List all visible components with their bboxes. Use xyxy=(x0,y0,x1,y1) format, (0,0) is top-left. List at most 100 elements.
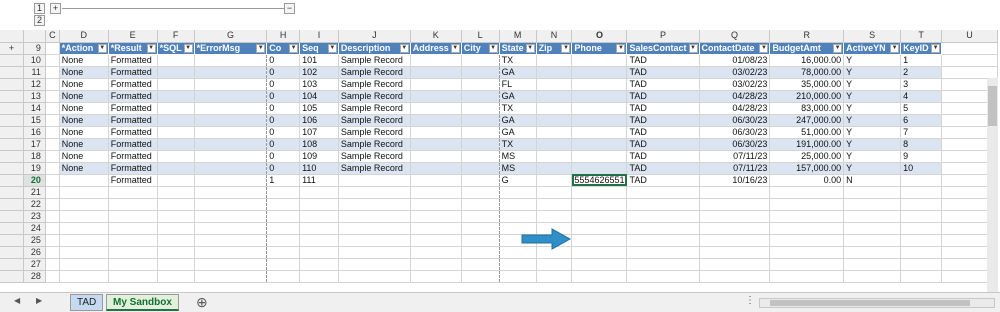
cell[interactable] xyxy=(157,54,195,67)
cell[interactable] xyxy=(499,270,537,283)
cell[interactable] xyxy=(843,210,902,223)
row-number[interactable]: 9 xyxy=(23,42,46,55)
cell[interactable] xyxy=(266,198,301,211)
row-number[interactable]: 21 xyxy=(23,186,46,199)
column-header[interactable]: P xyxy=(626,30,700,43)
cell[interactable] xyxy=(843,234,902,247)
worksheet[interactable]: C D E F G H I J K L M N O P Q R S T U +9 *Action ▼ *Result ▼ *SQ… xyxy=(0,30,998,292)
cell[interactable]: GA xyxy=(499,90,537,103)
cell[interactable] xyxy=(59,234,109,247)
cell[interactable]: Sample Record xyxy=(338,150,411,163)
add-sheet-icon[interactable]: ⊕ xyxy=(196,294,208,311)
cell[interactable]: Formatted xyxy=(108,102,158,115)
cell[interactable] xyxy=(499,210,537,223)
cell[interactable] xyxy=(59,258,109,271)
cell[interactable] xyxy=(536,78,573,91)
table-column-header[interactable]: Description ▼ xyxy=(338,42,411,55)
cell[interactable] xyxy=(45,78,60,91)
cell[interactable]: 4 xyxy=(900,90,943,103)
column-header[interactable]: M xyxy=(499,30,537,43)
cell[interactable] xyxy=(194,186,268,199)
cell[interactable] xyxy=(157,150,195,163)
cell[interactable]: GA xyxy=(499,126,537,139)
cell[interactable] xyxy=(157,270,195,283)
cell[interactable]: 35,000.00 xyxy=(769,78,845,91)
cell[interactable] xyxy=(59,174,109,187)
cell[interactable] xyxy=(157,90,195,103)
cell[interactable]: Y xyxy=(843,66,902,79)
table-column-header[interactable]: ContactDate ▼ xyxy=(699,42,771,55)
cell[interactable]: Formatted xyxy=(108,126,158,139)
cell[interactable] xyxy=(461,198,500,211)
cell[interactable] xyxy=(45,102,60,115)
column-header[interactable]: L xyxy=(461,30,500,43)
cell[interactable] xyxy=(461,150,500,163)
cell[interactable]: 108 xyxy=(299,138,339,151)
cell[interactable] xyxy=(45,210,60,223)
filter-dropdown-icon[interactable]: ▼ xyxy=(616,43,626,53)
cell[interactable]: Formatted xyxy=(108,162,158,175)
cell[interactable] xyxy=(45,42,60,55)
cell[interactable]: Formatted xyxy=(108,114,158,127)
cell[interactable]: None xyxy=(59,102,109,115)
cell[interactable]: None xyxy=(59,138,109,151)
cell[interactable]: 9 xyxy=(900,150,943,163)
cell[interactable] xyxy=(461,102,500,115)
cell[interactable]: MS xyxy=(499,162,537,175)
column-header[interactable]: C xyxy=(45,30,60,43)
cell[interactable]: 7 xyxy=(900,126,943,139)
cell[interactable]: Y xyxy=(843,78,902,91)
cell[interactable] xyxy=(769,210,845,223)
row-number[interactable]: 24 xyxy=(23,222,46,235)
cell[interactable]: 2 xyxy=(900,66,943,79)
cell[interactable]: 06/30/23 xyxy=(699,126,771,139)
cell[interactable] xyxy=(194,174,268,187)
cell[interactable] xyxy=(571,222,628,235)
cell[interactable]: 0 xyxy=(266,54,301,67)
row-number[interactable]: 14 xyxy=(23,102,46,115)
cell[interactable] xyxy=(194,150,268,163)
cell[interactable]: 83,000.00 xyxy=(769,102,845,115)
table-column-header[interactable]: BudgetAmt ▼ xyxy=(769,42,845,55)
cell[interactable]: 104 xyxy=(299,90,339,103)
cell[interactable] xyxy=(338,234,411,247)
filter-dropdown-icon[interactable]: ▼ xyxy=(256,43,266,53)
cell[interactable] xyxy=(536,126,573,139)
cell[interactable]: None xyxy=(59,114,109,127)
cell[interactable] xyxy=(536,210,573,223)
cell[interactable] xyxy=(626,186,700,199)
cell[interactable] xyxy=(410,90,462,103)
cell[interactable] xyxy=(157,138,195,151)
cell[interactable] xyxy=(157,114,195,127)
sheet-tab-my-sandbox[interactable]: My Sandbox xyxy=(106,294,179,311)
cell[interactable] xyxy=(194,90,268,103)
filter-dropdown-icon[interactable]: ▼ xyxy=(759,43,769,53)
cell[interactable] xyxy=(571,78,628,91)
table-column-header[interactable]: *ErrorMsg ▼ xyxy=(194,42,268,55)
column-header[interactable]: N xyxy=(536,30,573,43)
cell[interactable] xyxy=(45,198,60,211)
cell[interactable] xyxy=(45,66,60,79)
cell[interactable] xyxy=(536,138,573,151)
cell[interactable]: 06/30/23 xyxy=(699,114,771,127)
prev-sheet-icon[interactable]: ◀ xyxy=(14,296,20,305)
cell[interactable]: Formatted xyxy=(108,138,158,151)
cell[interactable] xyxy=(410,78,462,91)
cell[interactable] xyxy=(900,246,943,259)
cell[interactable] xyxy=(157,66,195,79)
cell[interactable]: 191,000.00 xyxy=(769,138,845,151)
cell[interactable] xyxy=(699,246,771,259)
cell[interactable] xyxy=(536,162,573,175)
cell[interactable] xyxy=(194,198,268,211)
cell[interactable] xyxy=(461,66,500,79)
cell[interactable] xyxy=(194,210,268,223)
cell[interactable] xyxy=(194,78,268,91)
cell[interactable] xyxy=(769,258,845,271)
cell[interactable] xyxy=(299,222,339,235)
cell[interactable]: 157,000.00 xyxy=(769,162,845,175)
cell[interactable] xyxy=(769,246,845,259)
filter-dropdown-icon[interactable]: ▼ xyxy=(327,43,337,53)
cell[interactable]: Y xyxy=(843,90,902,103)
cell[interactable] xyxy=(108,210,158,223)
cell[interactable] xyxy=(194,114,268,127)
